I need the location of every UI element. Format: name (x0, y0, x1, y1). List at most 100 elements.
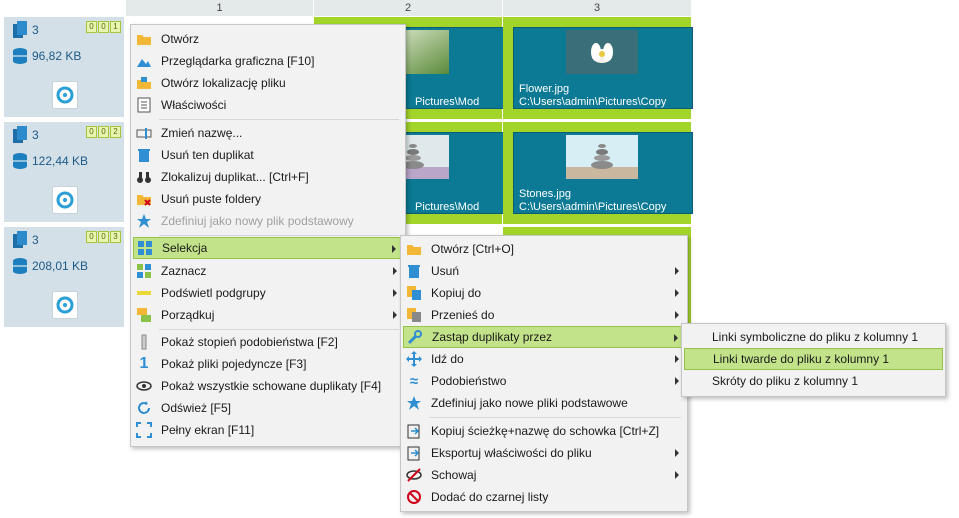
group-size: 122,44 KB (12, 152, 88, 170)
group-cell-2[interactable]: 3 002 122,44 KB (4, 122, 124, 222)
group-size: 96,82 KB (12, 47, 81, 65)
aperture-icon[interactable] (52, 81, 78, 109)
selection-submenu: Otwórz [Ctrl+O] Usuń Kopiuj do Przenieś … (400, 235, 688, 512)
menu-item-define-base-file[interactable]: Zdefiniuj jako nowy plik podstawowy (133, 210, 403, 232)
submenu-item-move-to[interactable]: Przenieś do (403, 304, 685, 326)
aperture-icon[interactable] (52, 291, 78, 319)
tile-path: Pictures\Mod (415, 96, 480, 108)
goto-icon (406, 351, 422, 367)
files-icon (13, 126, 27, 143)
menu-item-show-single-files[interactable]: 1 Pokaż pliki pojedyncze [F3] (133, 353, 403, 375)
submenu-item-symbolic-links[interactable]: Linki symboliczne do pliku z kolumny 1 (684, 326, 943, 348)
mark-icon (137, 264, 151, 278)
hide-icon (406, 468, 422, 482)
folder-icon (407, 245, 421, 255)
image-tile[interactable]: Flower.jpg C:\Users\admin\Pictures\Copy (513, 27, 693, 109)
submenu-item-export-properties[interactable]: Eksportuj właściwości do pliku (403, 442, 685, 464)
menu-item-properties[interactable]: Właściwości (133, 94, 403, 116)
submenu-item-copy-to[interactable]: Kopiuj do (403, 282, 685, 304)
grid-cell-r1c3[interactable]: Flower.jpg C:\Users\admin\Pictures\Copy (503, 17, 693, 119)
menu-item-rename[interactable]: Zmień nazwę... (133, 122, 403, 144)
file-count: 3 (12, 231, 39, 249)
submenu-arrow-icon (674, 334, 678, 342)
image-thumbnail (566, 30, 638, 74)
similarity-bar-icon (141, 334, 147, 350)
trash-icon (408, 265, 420, 278)
menu-item-remove-empty-folders[interactable]: Usuń puste foldery (133, 188, 403, 210)
highlight-icon (137, 291, 151, 295)
submenu-arrow-icon (675, 267, 679, 275)
submenu-item-replace-duplicates[interactable]: Zastąp duplikaty przez (403, 326, 685, 348)
submenu-arrow-icon (675, 311, 679, 319)
submenu-item-shortcuts[interactable]: Skróty do pliku z kolumny 1 (684, 370, 943, 392)
submenu-arrow-icon (675, 471, 679, 479)
group-badge: 002 (86, 126, 121, 138)
group-cell-3[interactable]: 3 003 208,01 KB (4, 227, 124, 327)
menu-item-selection[interactable]: Selekcja (133, 237, 403, 259)
folder-location-icon (137, 77, 151, 89)
files-icon (13, 231, 27, 248)
submenu-item-define-base-files[interactable]: Zdefiniuj jako nowe pliki podstawowe (403, 392, 685, 414)
column-header-2[interactable]: 2 (314, 0, 503, 16)
menu-separator (159, 235, 399, 236)
column-header-3[interactable]: 3 (503, 0, 692, 16)
column-header-1[interactable]: 1 (126, 0, 314, 16)
rename-icon (136, 128, 152, 139)
folder-delete-icon (137, 195, 151, 206)
database-icon (13, 258, 27, 274)
group-size: 208,01 KB (12, 257, 88, 275)
submenu-item-blacklist[interactable]: Dodać do czarnej listy (403, 486, 685, 508)
menu-item-show-hidden-duplicates[interactable]: Pokaż wszystkie schowane duplikaty [F4] (133, 375, 403, 397)
file-count: 3 (12, 126, 39, 144)
tile-path: Pictures\Mod (415, 201, 480, 213)
submenu-arrow-icon (675, 377, 679, 385)
submenu-arrow-icon (393, 289, 397, 297)
files-icon (13, 21, 27, 38)
submenu-item-hide[interactable]: Schowaj (403, 464, 685, 486)
menu-item-locate-duplicate[interactable]: Zlokalizuj duplikat... [Ctrl+F] (133, 166, 403, 188)
tile-path: C:\Users\admin\Pictures\Copy (519, 201, 667, 213)
menu-item-sort[interactable]: Porządkuj (133, 304, 403, 326)
tile-filename: Flower.jpg (519, 83, 570, 95)
approx-icon: ≈ (409, 372, 419, 390)
submenu-arrow-icon (675, 355, 679, 363)
folder-icon (137, 35, 151, 45)
wrench-icon (407, 330, 422, 345)
grid-cell-r2c3[interactable]: Stones.jpg C:\Users\admin\Pictures\Copy (503, 122, 693, 224)
submenu-item-copy-path[interactable]: Kopiuj ścieżkę+nazwę do schowka [Ctrl+Z] (403, 420, 685, 442)
menu-item-show-similarity[interactable]: Pokaż stopień podobieństwa [F2] (133, 331, 403, 353)
single-icon: 1 (139, 355, 149, 372)
star-icon (407, 396, 421, 410)
fullscreen-icon (136, 422, 152, 438)
submenu-item-similarity[interactable]: ≈ Podobieństwo (403, 370, 685, 392)
copy-icon (407, 286, 421, 300)
binoculars-icon (137, 172, 151, 183)
menu-item-refresh[interactable]: Odśwież [F5] (133, 397, 403, 419)
submenu-arrow-icon (393, 267, 397, 275)
image-thumbnail (566, 135, 638, 179)
menu-item-fullscreen[interactable]: Pełny ekran [F11] (133, 419, 403, 441)
trash-icon (138, 149, 150, 162)
image-tile[interactable]: Stones.jpg C:\Users\admin\Pictures\Copy (513, 132, 693, 214)
submenu-arrow-icon (392, 245, 396, 253)
menu-item-image-viewer[interactable]: Przeglądarka graficzna [F10] (133, 50, 403, 72)
submenu-arrow-icon (675, 449, 679, 457)
menu-separator (159, 119, 399, 120)
refresh-icon (138, 401, 150, 414)
menu-item-mark[interactable]: Zaznacz (133, 260, 403, 282)
blacklist-icon (407, 490, 421, 504)
file-count: 3 (12, 21, 39, 39)
submenu-item-delete[interactable]: Usuń (403, 260, 685, 282)
submenu-item-go-to[interactable]: Idź do (403, 348, 685, 370)
aperture-icon[interactable] (52, 186, 78, 214)
menu-item-open[interactable]: Otwórz (133, 28, 403, 50)
tile-path: C:\Users\admin\Pictures\Copy (519, 96, 667, 108)
menu-item-highlight-subgroups[interactable]: Podświetl podgrupy (133, 282, 403, 304)
submenu-item-hard-links[interactable]: Linki twarde do pliku z kolumny 1 (684, 348, 943, 370)
menu-item-open-location[interactable]: Otwórz lokalizację pliku (133, 72, 403, 94)
submenu-item-open[interactable]: Otwórz [Ctrl+O] (403, 238, 685, 260)
export-icon (407, 446, 420, 461)
context-menu: Otwórz Przeglądarka graficzna [F10] Otwó… (130, 24, 406, 447)
group-cell-1[interactable]: 3 001 96,82 KB (4, 17, 124, 117)
menu-item-delete-duplicate[interactable]: Usuń ten duplikat (133, 144, 403, 166)
